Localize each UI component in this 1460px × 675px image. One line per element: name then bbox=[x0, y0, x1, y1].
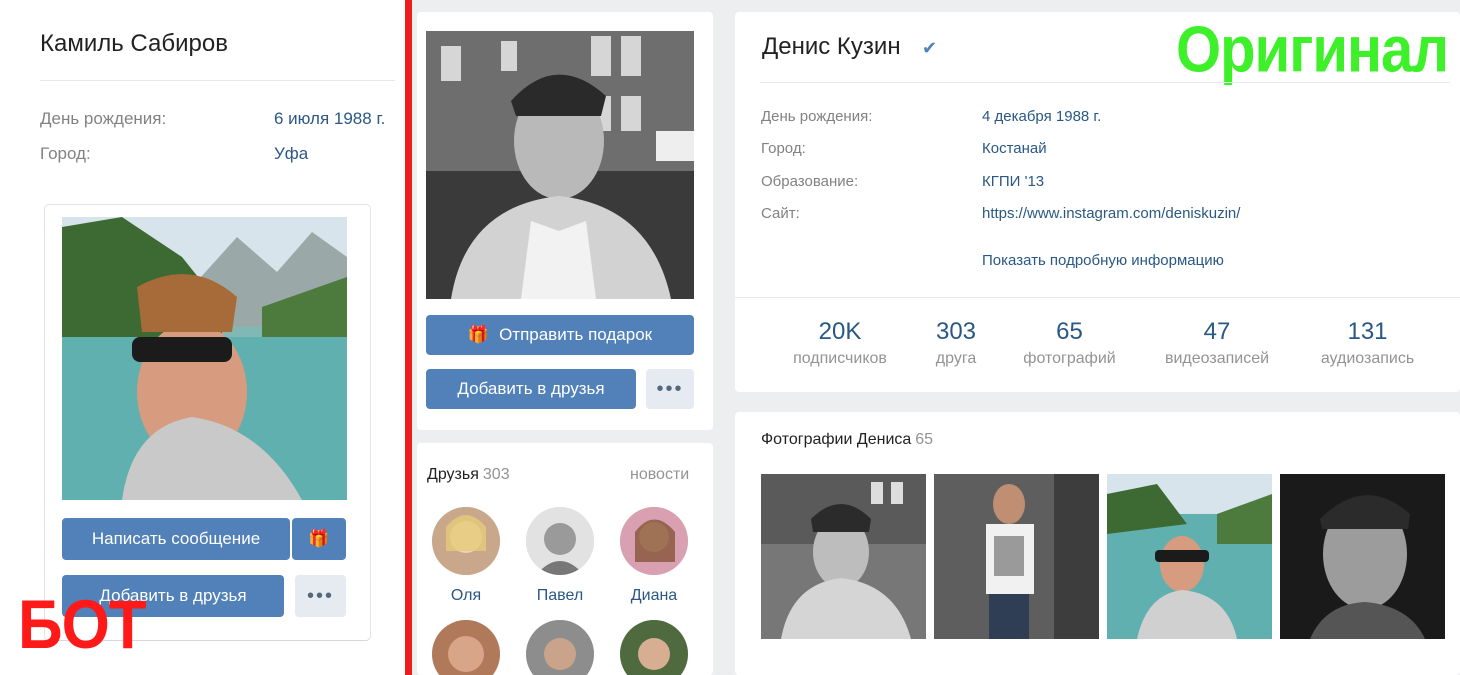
photos-counter[interactable]: 65 фотографий bbox=[1012, 318, 1127, 368]
verified-icon[interactable]: ✔ bbox=[922, 38, 937, 59]
counter-caption: друга bbox=[935, 350, 977, 367]
divider-line bbox=[760, 82, 1450, 83]
counter-caption: фотографий bbox=[1023, 350, 1116, 367]
birthday-label: День рождения: bbox=[761, 108, 873, 125]
counter-number: 303 bbox=[935, 318, 977, 345]
gift-icon: 🎁 bbox=[467, 325, 490, 344]
birthday-value[interactable]: 4 декабря 1988 г. bbox=[982, 108, 1101, 125]
send-gift-label: Отправить подарок bbox=[499, 325, 653, 344]
photo-thumbnail[interactable] bbox=[1280, 474, 1445, 639]
red-divider bbox=[405, 0, 412, 675]
divider-line bbox=[735, 297, 1460, 298]
more-options-button[interactable]: ••• bbox=[295, 575, 346, 617]
avatar bbox=[432, 507, 500, 575]
send-message-button[interactable]: Написать сообщение bbox=[62, 518, 290, 560]
friend-name: Оля bbox=[450, 587, 482, 604]
bot-avatar-photo[interactable] bbox=[62, 217, 347, 500]
friends-news-link[interactable]: новости bbox=[630, 466, 689, 484]
friend-name: Диана bbox=[630, 587, 678, 604]
friends-title-label: Друзья bbox=[427, 466, 479, 483]
friend-item[interactable] bbox=[431, 620, 501, 675]
photo-thumbnail[interactable] bbox=[761, 474, 926, 639]
photos-count: 65 bbox=[915, 431, 934, 448]
counter-caption: видеозаписей bbox=[1164, 350, 1270, 367]
original-profile-name: Денис Кузин bbox=[762, 33, 901, 60]
friend-item[interactable]: Павел bbox=[525, 507, 595, 605]
photos-title[interactable]: Фотографии Дениса 65 bbox=[761, 431, 933, 449]
avatar bbox=[620, 620, 688, 675]
birthday-label: День рождения: bbox=[40, 109, 167, 128]
city-value[interactable]: Уфа bbox=[274, 144, 308, 164]
friend-item[interactable] bbox=[525, 620, 595, 675]
counter-caption: аудиозапись bbox=[1320, 350, 1415, 367]
friend-item[interactable] bbox=[619, 620, 689, 675]
counter-number: 65 bbox=[1056, 318, 1083, 345]
videos-counter[interactable]: 47 видеозаписей bbox=[1152, 318, 1282, 368]
city-label: Город: bbox=[761, 140, 806, 157]
friend-item[interactable]: Оля bbox=[431, 507, 501, 605]
site-label: Сайт: bbox=[761, 205, 800, 222]
counter-number: 47 bbox=[1203, 318, 1231, 345]
bot-profile-panel: Камиль Сабиров День рождения: 6 июля 198… bbox=[0, 0, 405, 675]
avatar bbox=[620, 507, 688, 575]
photo-thumbnail[interactable] bbox=[1107, 474, 1272, 639]
site-link[interactable]: https://www.instagram.com/deniskuzin/ bbox=[982, 205, 1240, 222]
followers-counter[interactable]: 20K подписчиков bbox=[780, 318, 900, 368]
counter-caption: подписчиков bbox=[793, 350, 887, 367]
friend-item[interactable]: Диана bbox=[619, 507, 689, 605]
more-options-button[interactable]: ••• bbox=[646, 369, 694, 409]
bot-label: БОТ bbox=[18, 587, 147, 664]
counter-number: 131 bbox=[1347, 318, 1388, 345]
original-avatar-photo[interactable] bbox=[426, 31, 694, 299]
original-label: Оригинал bbox=[1176, 13, 1449, 86]
photo-thumbnail[interactable] bbox=[934, 474, 1099, 639]
photos-title-label: Фотографии Дениса bbox=[761, 431, 912, 448]
avatar bbox=[526, 507, 594, 575]
city-value[interactable]: Костанай bbox=[982, 140, 1047, 157]
friends-counter[interactable]: 303 друга bbox=[920, 318, 992, 368]
city-label: Город: bbox=[40, 144, 91, 163]
avatar bbox=[432, 620, 500, 675]
comparison-screenshot: Камиль Сабиров День рождения: 6 июля 198… bbox=[0, 0, 1460, 675]
audio-counter[interactable]: 131 аудиозапись bbox=[1305, 318, 1430, 368]
education-label: Образование: bbox=[761, 173, 859, 190]
divider-line bbox=[40, 80, 395, 81]
add-friend-button[interactable]: Добавить в друзья bbox=[426, 369, 636, 409]
gift-icon[interactable]: 🎁 bbox=[292, 518, 346, 560]
education-value[interactable]: КГПИ '13 bbox=[982, 173, 1044, 190]
send-gift-button[interactable]: 🎁 Отправить подарок bbox=[426, 315, 694, 355]
bot-profile-name: Камиль Сабиров bbox=[40, 30, 228, 57]
friends-count: 303 bbox=[482, 466, 510, 483]
birthday-value[interactable]: 6 июля 1988 г. bbox=[274, 109, 385, 129]
counter-number: 20K bbox=[818, 318, 862, 345]
avatar bbox=[526, 620, 594, 675]
friend-name: Павел bbox=[536, 587, 584, 604]
show-details-link[interactable]: Показать подробную информацию bbox=[982, 252, 1224, 269]
friends-title[interactable]: Друзья 303 bbox=[427, 466, 510, 484]
